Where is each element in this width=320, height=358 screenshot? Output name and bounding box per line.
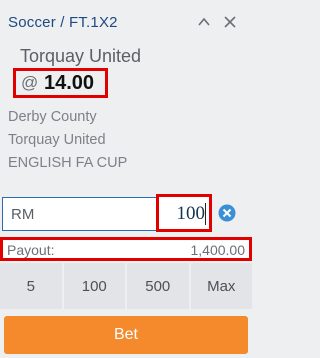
event-competition: ENGLISH FA CUP <box>8 155 128 171</box>
stake-input[interactable] <box>165 201 205 227</box>
odds-value: 14.00 <box>44 72 95 94</box>
clear-x-circle-icon[interactable] <box>218 204 236 222</box>
stake-input-highlight[interactable] <box>156 194 212 232</box>
quick-stake-row: 5 100 500 Max <box>0 263 252 309</box>
chevron-up-icon[interactable] <box>196 14 212 30</box>
bet-slip-selection: Soccer / FT.1X2 Torquay United @ 14.00 D… <box>0 0 252 187</box>
event-home-team: Derby County <box>8 109 97 125</box>
quick-stake-max-button[interactable]: Max <box>190 263 252 309</box>
payout-label: Payout: <box>7 242 55 258</box>
selection-team: Torquay United <box>20 46 142 66</box>
payout-row: Payout: 1,400.00 <box>0 237 252 261</box>
payout-value: 1,400.00 <box>190 242 246 258</box>
odds-prefix: @ <box>21 73 39 92</box>
currency-label: RM <box>11 206 35 223</box>
quick-stake-5-button[interactable]: 5 <box>0 263 62 309</box>
event-away-team: Torquay United <box>8 132 106 148</box>
quick-stake-100-button[interactable]: 100 <box>63 263 125 309</box>
close-icon[interactable] <box>222 14 238 30</box>
text-caret <box>205 203 206 225</box>
odds-highlight: @ 14.00 <box>13 68 108 98</box>
quick-stake-500-button[interactable]: 500 <box>127 263 189 309</box>
market-title: Soccer / FT.1X2 <box>8 14 118 31</box>
bet-button[interactable]: Bet <box>4 316 248 354</box>
